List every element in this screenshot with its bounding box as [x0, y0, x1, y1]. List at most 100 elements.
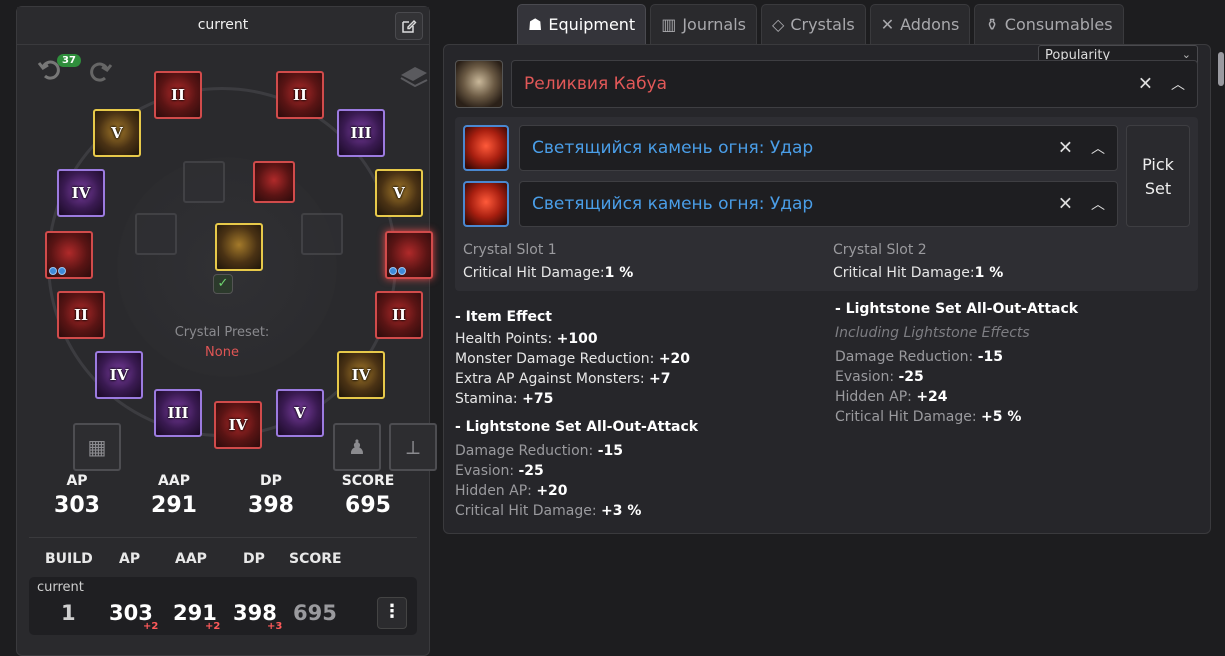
pickaxe-button[interactable]: ⟂ [389, 423, 437, 471]
gear-slot-belt[interactable]: IV [95, 351, 143, 399]
scrollbar[interactable] [1218, 52, 1224, 86]
edit-icon [402, 20, 417, 33]
crystal-slot-1-stat: Critical Hit Damage:1 % [463, 265, 634, 281]
card-icon: ▦ [87, 435, 107, 459]
divider [29, 537, 417, 538]
compare-build-name: current [37, 580, 84, 595]
more-options-button[interactable]: ⋮ [377, 597, 407, 629]
book-button[interactable] [399, 65, 429, 91]
gear-slot-necklace[interactable]: V [93, 109, 141, 157]
slot-tier: II [391, 306, 407, 324]
gear-slot-earring-2[interactable]: V [375, 169, 423, 217]
gear-slot-gloves[interactable]: II [375, 291, 423, 339]
item-select[interactable]: Реликвия Кабуа ✕ ︿ [511, 60, 1198, 108]
pick-set-button[interactable]: Pick Set [1126, 125, 1190, 227]
pickaxe-icon: ⟂ [406, 435, 420, 459]
gear-slot-sub-weapon[interactable]: V [276, 389, 324, 437]
set-effect-total-line: Hidden AP: +24 [835, 389, 948, 405]
gear-slot-artifact-1[interactable] [45, 231, 93, 279]
build-panel: current 37 II II V III IV V II II IV IV … [16, 6, 437, 656]
clear-item-button[interactable]: ✕ [1138, 74, 1153, 95]
clear-crystal-button[interactable]: ✕ [1058, 138, 1073, 159]
pick-set-label: Pick [1142, 155, 1174, 174]
compare-col-aap: AAP [175, 551, 207, 567]
compare-row[interactable]: current 1 303 +2 291 +2 398 +3 695 ⋮ [29, 577, 417, 635]
crystal-select-2[interactable]: Светящийся камень огня: Удар ✕ ︿ [519, 181, 1118, 227]
redo-icon [90, 62, 113, 82]
undo-count-badge: 37 [57, 54, 81, 67]
helmet-icon: ☗ [528, 15, 543, 34]
slot-tier: V [294, 404, 306, 422]
gear-wheel: 37 II II V III IV V II II IV IV III IV V [17, 47, 437, 477]
slot-tier: III [350, 124, 372, 142]
book-icon [400, 67, 428, 88]
crystal-dots [49, 267, 66, 275]
set-effect-line: Damage Reduction: -15 [455, 443, 623, 459]
preset-checkbox[interactable]: ✓ [213, 274, 233, 294]
gear-slot-shoes[interactable]: II [57, 291, 105, 339]
set-effect-line: Evasion: -25 [455, 463, 544, 479]
build-title: current [197, 17, 249, 33]
compare-col-build: BUILD [45, 551, 93, 567]
stat-dp: DP 398 [248, 473, 294, 518]
chevron-up-icon[interactable]: ︿ [1171, 74, 1185, 94]
gear-slot-awakening-weapon[interactable]: III [154, 389, 202, 437]
effect-line: Extra AP Against Monsters: +7 [455, 371, 671, 387]
character-button[interactable]: ♟ [333, 423, 381, 471]
chevron-up-icon[interactable]: ︿ [1091, 194, 1105, 214]
stat-score: SCORE 695 [341, 473, 395, 518]
set-effect-total-line: Critical Hit Damage: +5 % [835, 409, 1022, 425]
effect-line: Stamina: +75 [455, 391, 554, 407]
tab-bar: ☗ Equipment ▥ Journals ◇ Crystals ✕ Addons ⚱… [517, 4, 1124, 44]
slot-tier: III [167, 404, 189, 422]
crystal-select-1[interactable]: Светящийся камень огня: Удар ✕ ︿ [519, 125, 1118, 171]
set-effect-total-line: Damage Reduction: -15 [835, 349, 1003, 365]
redo-button[interactable] [87, 59, 113, 89]
slot-tier: V [393, 184, 405, 202]
gear-slot-ring-2[interactable]: IV [337, 351, 385, 399]
item-icon [455, 60, 503, 108]
tab-equipment[interactable]: ☗ Equipment [517, 4, 647, 44]
tab-crystals[interactable]: ◇ Crystals [761, 4, 866, 44]
potion-icon: ⚱ [985, 15, 999, 34]
slot-tier: IV [351, 366, 371, 384]
clear-crystal-button[interactable]: ✕ [1058, 194, 1073, 215]
crystal-slot-2-stat: Critical Hit Damage:1 % [833, 265, 1004, 281]
gear-slot-earring-1[interactable]: IV [57, 169, 105, 217]
compare-col-score: SCORE [289, 551, 342, 567]
compare-aap-delta: +2 [205, 621, 221, 632]
crystal-dots [389, 267, 406, 275]
slot-tier: V [111, 124, 123, 142]
gear-slot-armor[interactable]: II [276, 71, 324, 119]
slot-tier: II [73, 306, 89, 324]
tab-label: Consumables [1004, 15, 1113, 34]
costume-slot-4[interactable] [301, 213, 343, 255]
gear-slot-helmet[interactable]: II [154, 71, 202, 119]
tab-label: Equipment [548, 15, 636, 34]
edit-build-button[interactable] [395, 12, 423, 40]
set-effect-title: - Lightstone Set All-Out-Attack [455, 419, 699, 435]
tab-journals[interactable]: ▥ Journals [650, 4, 757, 44]
compare-score: 695 [293, 601, 337, 625]
preset-artifact-slot[interactable] [215, 223, 263, 271]
costume-slot-2[interactable] [253, 161, 295, 203]
crystal-name: Светящийся камень огня: Удар [532, 194, 814, 214]
tab-addons[interactable]: ✕ Addons [869, 4, 971, 44]
crystal-preset-value[interactable]: None [147, 345, 297, 360]
set-effect-line: Critical Hit Damage: +3 % [455, 503, 642, 519]
gear-slot-artifact-2[interactable] [385, 231, 433, 279]
costume-slot-1[interactable] [183, 161, 225, 203]
stat-aap: AAP 291 [151, 473, 197, 518]
pick-set-label: Set [1144, 179, 1172, 198]
tab-consumables[interactable]: ⚱ Consumables [974, 4, 1124, 44]
slot-tier: II [292, 86, 308, 104]
chevron-up-icon[interactable]: ︿ [1091, 138, 1105, 158]
books-icon: ▥ [661, 15, 677, 34]
gear-slot-main-weapon[interactable]: IV [214, 401, 262, 449]
compare-ap-delta: +2 [143, 621, 159, 632]
costume-slot-3[interactable] [135, 213, 177, 255]
gear-slot-ring-1[interactable]: III [337, 109, 385, 157]
stat-ap: AP 303 [54, 473, 100, 518]
stat-summary: AP 303 AAP 291 DP 398 SCORE 695 [17, 473, 429, 543]
card-slot[interactable]: ▦ [73, 423, 121, 471]
